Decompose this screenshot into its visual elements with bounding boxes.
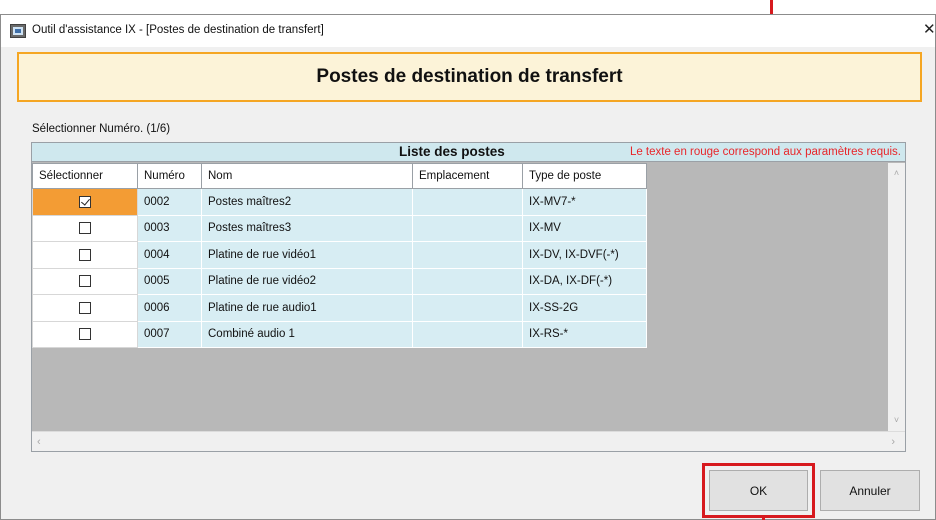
- window-title: Outil d'assistance IX - [Postes de desti…: [32, 24, 324, 36]
- required-params-note: Le texte en rouge correspond aux paramèt…: [629, 146, 901, 158]
- checkbox-unchecked-icon[interactable]: [79, 248, 91, 261]
- stations-list: Liste des postes Le texte en rouge corre…: [31, 142, 906, 452]
- type-cell[interactable]: IX-DA, IX-DF(-*): [522, 267, 647, 295]
- chevron-up-icon[interactable]: ˄: [892, 169, 901, 178]
- nom-cell[interactable]: Platine de rue vidéo1: [201, 241, 413, 269]
- numero-cell[interactable]: 0004: [137, 241, 202, 269]
- checkbox-unchecked-icon[interactable]: [79, 301, 91, 314]
- table-row[interactable]: 0007 Combiné audio 1 IX-RS-*: [32, 320, 647, 348]
- selection-count-label: Sélectionner Numéro. (1/6): [32, 123, 171, 135]
- select-cell[interactable]: [32, 320, 138, 348]
- nom-cell[interactable]: Postes maîtres2: [201, 188, 413, 216]
- nom-cell[interactable]: Postes maîtres3: [201, 214, 413, 242]
- checkbox-unchecked-icon[interactable]: [79, 275, 91, 288]
- page-header: Postes de destination de transfert: [17, 52, 922, 102]
- emplacement-cell[interactable]: [412, 214, 523, 242]
- chevron-left-icon[interactable]: ‹: [37, 436, 41, 448]
- dialog-window: Outil d'assistance IX - [Postes de desti…: [0, 14, 936, 520]
- type-cell[interactable]: IX-MV7-*: [522, 188, 647, 216]
- type-cell[interactable]: IX-RS-*: [522, 320, 647, 348]
- table-row[interactable]: 0005 Platine de rue vidéo2 IX-DA, IX-DF(-*…: [32, 267, 647, 295]
- stations-table: Sélectionner Numéro Nom Emplacement Type…: [32, 163, 647, 348]
- list-header-bar: Liste des postes Le texte en rouge corre…: [32, 143, 905, 162]
- title-bar: Outil d'assistance IX - [Postes de desti…: [1, 15, 936, 47]
- select-cell[interactable]: [32, 188, 138, 216]
- nom-cell[interactable]: Combiné audio 1: [201, 320, 413, 348]
- table-row[interactable]: 0006 Platine de rue audio1 IX-SS-2G: [32, 294, 647, 322]
- type-cell[interactable]: IX-SS-2G: [522, 294, 647, 322]
- callout-line-top: [770, 0, 773, 14]
- emplacement-cell[interactable]: [412, 267, 523, 295]
- ok-button[interactable]: OK: [709, 470, 808, 511]
- select-cell[interactable]: [32, 241, 138, 269]
- numero-cell[interactable]: 0007: [137, 320, 202, 348]
- cancel-button[interactable]: Annuler: [820, 470, 920, 511]
- list-title: Liste des postes: [399, 144, 505, 159]
- emplacement-cell[interactable]: [412, 294, 523, 322]
- checkbox-unchecked-icon[interactable]: [79, 328, 91, 341]
- select-cell[interactable]: [32, 294, 138, 322]
- grid-area: Sélectionner Numéro Nom Emplacement Type…: [32, 163, 905, 431]
- nom-cell[interactable]: Platine de rue audio1: [201, 294, 413, 322]
- numero-cell[interactable]: 0002: [137, 188, 202, 216]
- close-icon[interactable]: ✕: [923, 21, 936, 39]
- type-cell[interactable]: IX-MV: [522, 214, 647, 242]
- checkbox-unchecked-icon[interactable]: [79, 222, 91, 235]
- emplacement-cell[interactable]: [412, 320, 523, 348]
- column-header-select[interactable]: Sélectionner: [32, 163, 138, 189]
- app-window-icon: [10, 24, 26, 38]
- table-header-row: Sélectionner Numéro Nom Emplacement Type…: [32, 163, 647, 189]
- horizontal-scrollbar[interactable]: ‹ ›: [32, 431, 905, 451]
- select-cell[interactable]: [32, 267, 138, 295]
- numero-cell[interactable]: 0003: [137, 214, 202, 242]
- type-cell[interactable]: IX-DV, IX-DVF(-*): [522, 241, 647, 269]
- checkbox-checked-icon[interactable]: [79, 195, 91, 208]
- table-row[interactable]: 0002 Postes maîtres2 IX-MV7-*: [32, 188, 647, 216]
- column-header-emplacement[interactable]: Emplacement: [412, 163, 523, 189]
- emplacement-cell[interactable]: [412, 241, 523, 269]
- vertical-scrollbar[interactable]: ˄ ˅: [888, 163, 905, 431]
- table-row[interactable]: 0003 Postes maîtres3 IX-MV: [32, 214, 647, 242]
- numero-cell[interactable]: 0006: [137, 294, 202, 322]
- column-header-type[interactable]: Type de poste: [522, 163, 647, 189]
- column-header-numero[interactable]: Numéro: [137, 163, 202, 189]
- chevron-down-icon[interactable]: ˅: [892, 416, 901, 425]
- emplacement-cell[interactable]: [412, 188, 523, 216]
- column-header-nom[interactable]: Nom: [201, 163, 413, 189]
- chevron-right-icon[interactable]: ›: [891, 436, 895, 448]
- nom-cell[interactable]: Platine de rue vidéo2: [201, 267, 413, 295]
- page-title: Postes de destination de transfert: [316, 66, 623, 87]
- table-row[interactable]: 0004 Platine de rue vidéo1 IX-DV, IX-DVF(-…: [32, 241, 647, 269]
- select-cell[interactable]: [32, 214, 138, 242]
- numero-cell[interactable]: 0005: [137, 267, 202, 295]
